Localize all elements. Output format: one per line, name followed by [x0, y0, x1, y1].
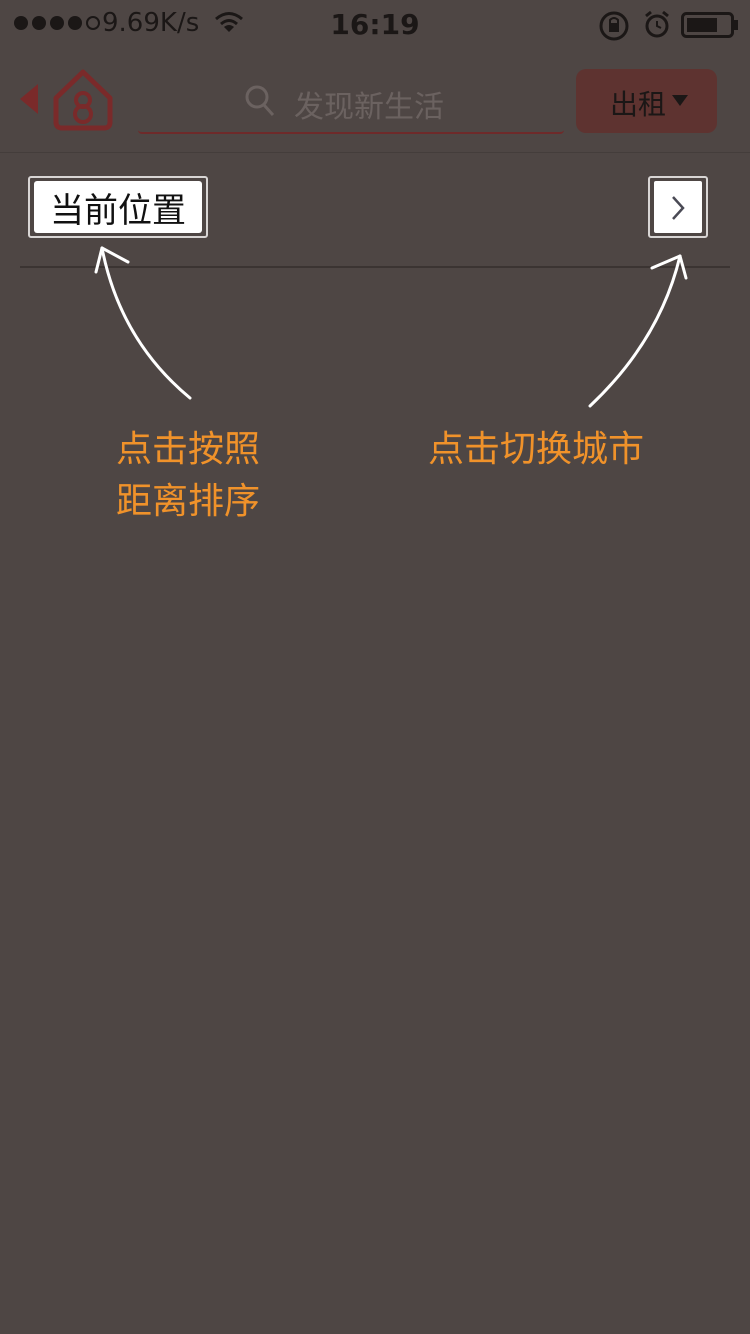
hint-left-line1: 点击按照	[116, 429, 261, 470]
hint-left-line2: 距离排序	[116, 481, 261, 522]
hint-sort-by-distance: 点击按照 距离排序	[116, 424, 286, 528]
left-hint-arrow-icon	[94, 246, 192, 400]
hint-arrows	[94, 246, 688, 408]
hint-switch-city: 点击切换城市	[428, 429, 645, 470]
right-hint-arrow-icon	[588, 254, 688, 408]
